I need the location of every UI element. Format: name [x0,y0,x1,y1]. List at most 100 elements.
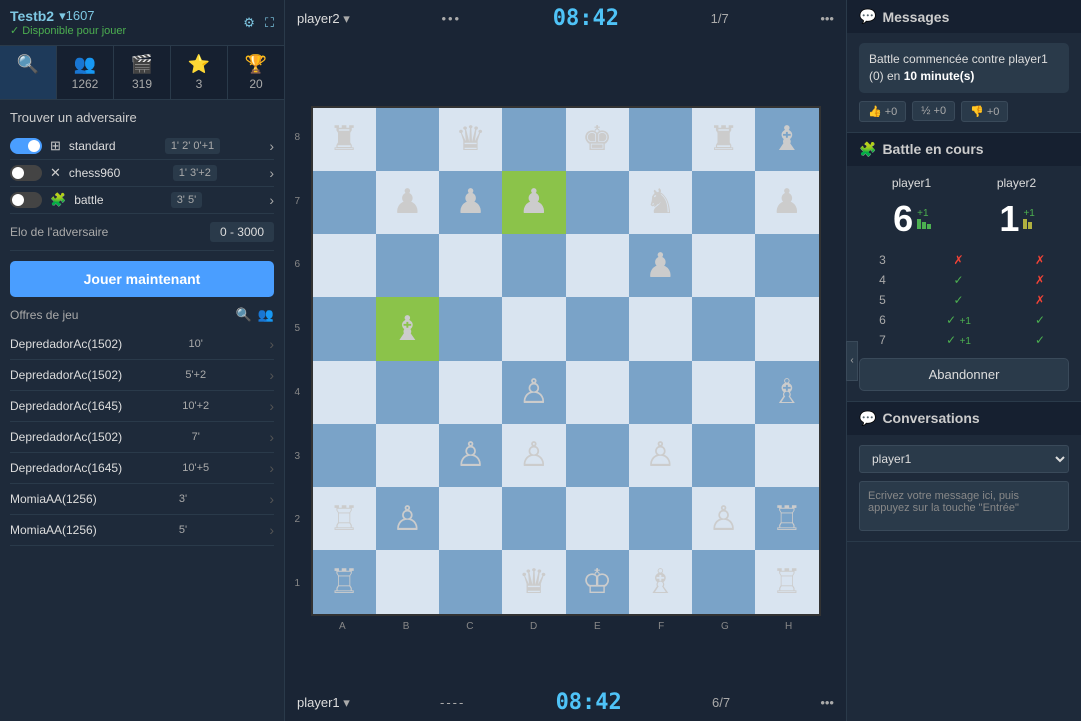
cell-h8[interactable]: ♝ [755,108,818,171]
cell-c6[interactable] [439,234,502,297]
cell-a2[interactable]: ♖ [313,487,376,550]
cell-b6[interactable] [376,234,439,297]
cell-a6[interactable] [313,234,376,297]
cell-a5[interactable] [313,297,376,360]
cell-g5[interactable] [692,297,755,360]
settings-icon[interactable]: ⚙ [243,15,255,31]
cell-a7[interactable] [313,171,376,234]
cell-e8[interactable]: ♚ [566,108,629,171]
stat-search[interactable]: 🔍 [0,46,57,99]
cell-d8[interactable] [502,108,565,171]
player-select[interactable]: player1 [859,445,1069,473]
cell-f1[interactable]: ♗ [629,550,692,613]
offer-row-4[interactable]: DepredadorAc(1645) 10'+5 › [10,453,274,484]
standard-expand-btn[interactable]: › [269,138,274,154]
cell-h6[interactable] [755,234,818,297]
offers-search-icon[interactable]: 🔍 [236,307,252,323]
bottom-player-options[interactable]: ---- [440,695,465,710]
battle-toggle[interactable] [10,192,42,208]
cell-c5[interactable] [439,297,502,360]
cell-h4[interactable]: ♗ [755,361,818,424]
cell-g2[interactable]: ♙ [692,487,755,550]
cell-d7[interactable]: ♟ [502,171,565,234]
elo-value[interactable]: 0 - 3000 [210,222,274,242]
cell-a1[interactable]: ♖ [313,550,376,613]
offer-row-6[interactable]: MomiaAA(1256) 5' › [10,515,274,546]
cell-h1[interactable]: ♖ [755,550,818,613]
cell-b3[interactable] [376,424,439,487]
bottom-player-chevron[interactable]: ▾ [343,695,350,710]
offer-row-1[interactable]: DepredadorAc(1502) 5'+2 › [10,360,274,391]
cell-g1[interactable] [692,550,755,613]
top-player-chevron[interactable]: ▾ [343,11,350,26]
half-btn[interactable]: ½ +0 [912,101,955,121]
cell-d4[interactable]: ♙ [502,361,565,424]
cell-h7[interactable]: ♟ [755,171,818,234]
cell-e7[interactable] [566,171,629,234]
cell-d1[interactable]: ♛ [502,550,565,613]
offer-row-5[interactable]: MomiaAA(1256) 3' › [10,484,274,515]
cell-e2[interactable] [566,487,629,550]
cell-g4[interactable] [692,361,755,424]
cell-f3[interactable]: ♙ [629,424,692,487]
collapse-button[interactable]: ‹ [846,341,858,381]
cell-h5[interactable] [755,297,818,360]
cell-a8[interactable]: ♜ [313,108,376,171]
cell-b4[interactable] [376,361,439,424]
stat-stars[interactable]: ⭐ 3 [171,46,228,99]
cell-f8[interactable] [629,108,692,171]
battle-expand-btn[interactable]: › [269,192,274,208]
user-rating[interactable]: ▾1607 [59,8,94,24]
offer-row-3[interactable]: DepredadorAc(1502) 7' › [10,422,274,453]
cell-f7[interactable]: ♞ [629,171,692,234]
cell-c1[interactable] [439,550,502,613]
cell-e4[interactable] [566,361,629,424]
cell-b1[interactable] [376,550,439,613]
play-now-button[interactable]: Jouer maintenant [10,261,274,297]
cell-d6[interactable] [502,234,565,297]
offers-add-icon[interactable]: 👥 [258,307,274,323]
thumbs-down-btn[interactable]: 👎 +0 [961,101,1008,122]
cell-c7[interactable]: ♟ [439,171,502,234]
cell-b7[interactable]: ♟ [376,171,439,234]
bottom-menu-icon[interactable]: ••• [820,695,834,710]
cell-e3[interactable] [566,424,629,487]
cell-a4[interactable] [313,361,376,424]
cell-h3[interactable] [755,424,818,487]
top-player-options[interactable]: ••• [441,11,461,26]
cell-d5[interactable] [502,297,565,360]
cell-c4[interactable] [439,361,502,424]
cell-g3[interactable] [692,424,755,487]
cell-g8[interactable]: ♜ [692,108,755,171]
cell-f6[interactable]: ♟ [629,234,692,297]
cell-e5[interactable] [566,297,629,360]
cell-h2[interactable]: ♖ [755,487,818,550]
cell-d2[interactable] [502,487,565,550]
standard-toggle[interactable] [10,138,42,154]
cell-d3[interactable]: ♙ [502,424,565,487]
cell-b2[interactable]: ♙ [376,487,439,550]
chess-board[interactable]: ♜♛♚♜♝♟♟♟♞♟♟♝♙♗♙♙♙♖♙♙♖♖♛♔♗♖ [311,106,821,616]
chess960-toggle[interactable] [10,165,42,181]
stat-trophies[interactable]: 🏆 20 [228,46,284,99]
cell-b5[interactable]: ♝ [376,297,439,360]
cell-e6[interactable] [566,234,629,297]
expand-icon[interactable]: ⛶ [265,15,274,31]
abandon-button[interactable]: Abandonner [859,358,1069,391]
cell-f2[interactable] [629,487,692,550]
cell-a3[interactable] [313,424,376,487]
cell-b8[interactable] [376,108,439,171]
stat-games[interactable]: 🎬 319 [114,46,171,99]
message-input[interactable]: Ecrivez votre message ici, puis appuyez … [859,481,1069,531]
chess960-expand-btn[interactable]: › [269,165,274,181]
cell-f4[interactable] [629,361,692,424]
top-menu-icon[interactable]: ••• [820,11,834,26]
offer-row-0[interactable]: DepredadorAc(1502) 10' › [10,329,274,360]
offer-row-2[interactable]: DepredadorAc(1645) 10'+2 › [10,391,274,422]
cell-f5[interactable] [629,297,692,360]
cell-g6[interactable] [692,234,755,297]
cell-c2[interactable] [439,487,502,550]
cell-g7[interactable] [692,171,755,234]
thumbs-up-btn[interactable]: 👍 +0 [859,101,906,122]
stat-friends[interactable]: 👥 1262 [57,46,114,99]
